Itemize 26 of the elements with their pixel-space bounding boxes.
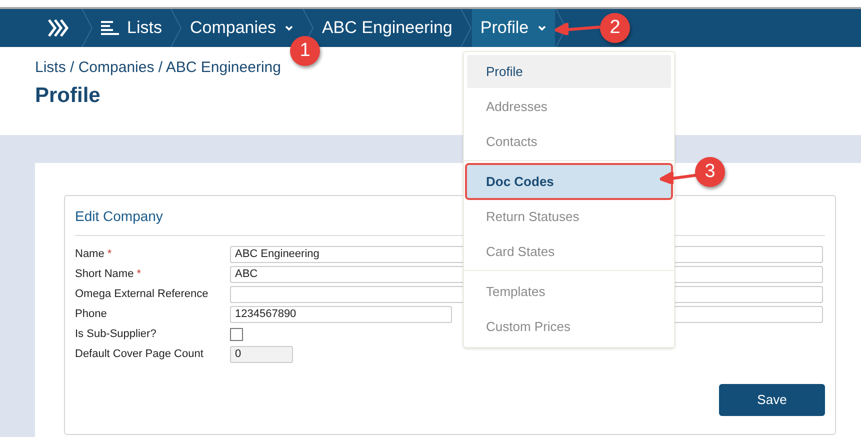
field-label: Name (75, 246, 104, 262)
chevrons-icon (47, 19, 69, 37)
required-asterisk: * (107, 246, 112, 262)
annotation-arrow (660, 172, 698, 184)
annotation-arrow (555, 23, 601, 35)
required-asterisk: * (136, 266, 141, 282)
breadcrumb-nav-item[interactable]: Profile (472, 9, 555, 47)
breadcrumb-nav-item[interactable]: Lists (93, 9, 170, 47)
field-label: Omega External Reference (75, 286, 210, 302)
dropdown-menu-item[interactable]: Doc Codes (467, 165, 671, 198)
field-label: Default Cover Page Count (75, 346, 204, 362)
field-label: Short Name (75, 266, 134, 282)
save-button[interactable]: Save (719, 384, 825, 416)
breadcrumb-separator (170, 9, 182, 47)
field-label: Is Sub-Supplier? (75, 326, 158, 342)
number-field[interactable]: 0 (230, 346, 293, 362)
callout-number-badge: 1 (290, 36, 320, 66)
checkbox[interactable] (230, 328, 243, 340)
list-icon (101, 20, 119, 36)
breadcrumb-path: Lists / Companies / ABC Engineering (35, 58, 281, 78)
breadcrumb-separator (81, 9, 93, 47)
field-label: Phone (75, 306, 108, 322)
page-title: Profile (35, 82, 100, 108)
breadcrumb-separator (460, 9, 472, 47)
text-field[interactable]: 1234567890 (230, 306, 452, 322)
dropdown-menu-item[interactable]: Profile (467, 55, 671, 88)
